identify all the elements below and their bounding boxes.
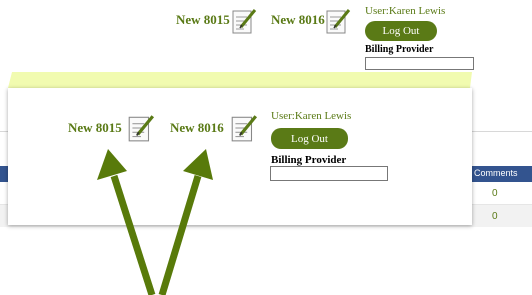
arrow-shaft-left [110, 174, 156, 295]
arrow-shaft-right [158, 174, 202, 295]
arrowhead-left-icon [97, 149, 127, 180]
pointer-arrows [97, 149, 213, 295]
arrowhead-right-icon [183, 149, 213, 180]
